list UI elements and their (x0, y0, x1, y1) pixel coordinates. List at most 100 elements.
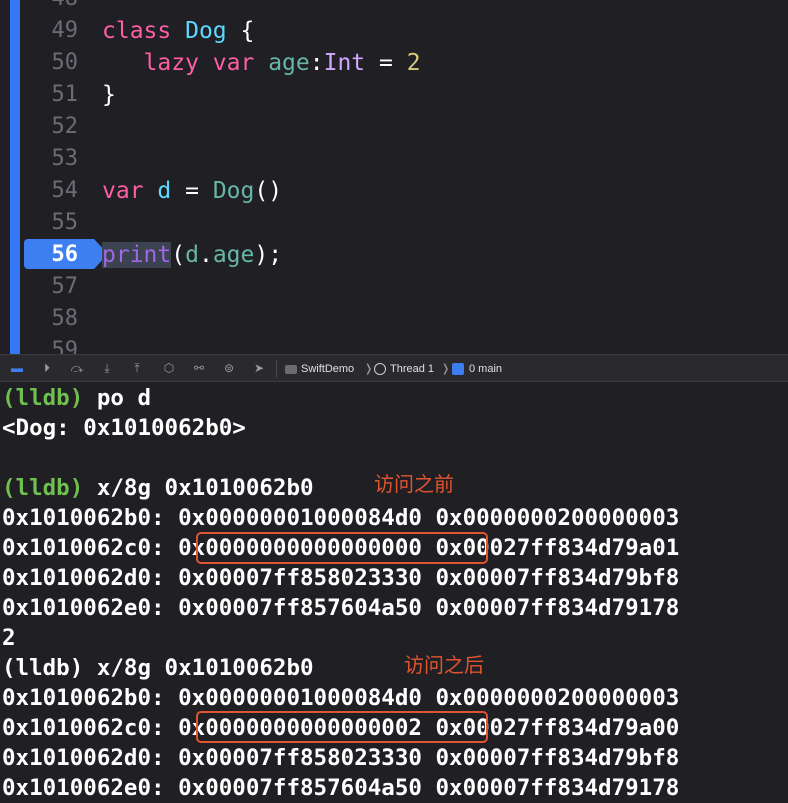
code-line: 54 var d = Dog() (0, 175, 788, 207)
code-editor[interactable]: 4849class Dog {50 lazy var age:Int = 251… (0, 0, 788, 354)
thread-icon (374, 363, 386, 376)
lldb-prompt: (lldb) (2, 475, 84, 501)
code-token: Dog (212, 178, 255, 204)
code-token: } (102, 82, 116, 108)
code-token: Dog (185, 18, 227, 44)
line-number[interactable]: 54 (32, 175, 79, 207)
code-token: { (226, 18, 255, 44)
code-text: lazy var age:Int = 2 (102, 47, 421, 79)
console-text: 0x1010062d0: 0x00007ff858023330 0x00007f… (2, 745, 680, 771)
code-line: 48 (0, 0, 788, 15)
simulate-location-icon[interactable]: ➤ (252, 361, 266, 375)
code-token: ( (171, 242, 186, 268)
code-token: var (102, 178, 144, 204)
memory-graph-icon[interactable]: ⚯ (192, 361, 206, 375)
annotation-after: 访问之后 (404, 653, 484, 677)
code-token: ); (254, 242, 283, 268)
code-token: 2 (406, 50, 421, 76)
console-line: (lldb) x/8g 0x1010062b0 (2, 473, 314, 503)
lldb-console[interactable]: (lldb) po d <Dog: 0x1010062b0> (lldb) x/8g… (0, 382, 788, 803)
code-token: lazy (143, 50, 199, 76)
code-token: print (102, 242, 172, 268)
code-line: 57 (0, 271, 788, 303)
line-number[interactable]: 48 (32, 0, 79, 15)
code-token: class (102, 18, 172, 44)
code-token: age (268, 50, 310, 76)
console-line: 0x1010062d0: 0x00007ff858023330 0x00007f… (2, 563, 679, 593)
line-number[interactable]: 59 (32, 335, 79, 354)
line-number[interactable]: 57 (32, 271, 79, 303)
console-line: 0x1010062d0: 0x00007ff858023330 0x00007f… (2, 743, 679, 773)
user-frame-icon (452, 363, 464, 376)
highlight-box-after (196, 711, 488, 743)
code-token: . (198, 242, 213, 268)
console-text: x/8g 0x1010062b0 (83, 475, 314, 501)
console-text: 0x1010062b0: 0x00000001000084d0 0x000000… (2, 685, 680, 711)
debug-bar: ▬ ⏵ ⤼ ⤓ ⤒ ⬡ ⚯ ⊜ ➤ SwiftDemo ❭ Thread 1 ❭… (0, 354, 788, 382)
continue-icon[interactable]: ⏵ (40, 361, 54, 375)
view-hierarchy-icon[interactable]: ⬡ (162, 361, 176, 375)
code-token: var (212, 50, 255, 76)
code-text: var d = Dog() (102, 175, 282, 207)
code-text: } (102, 79, 116, 111)
line-number[interactable]: 58 (32, 303, 79, 335)
code-token: d (185, 242, 199, 268)
code-token: () (254, 178, 283, 204)
step-over-icon[interactable]: ⤼ (70, 361, 84, 375)
line-number[interactable]: 53 (32, 143, 79, 175)
console-text: <Dog: 0x1010062b0> (2, 415, 246, 441)
code-line: 58 (0, 303, 788, 335)
chevron-right-icon: ❭ (364, 363, 374, 375)
code-line: 49 class Dog { (0, 15, 788, 47)
highlight-box-before (196, 532, 488, 564)
breadcrumb-project[interactable]: SwiftDemo (285, 361, 354, 377)
console-line: 0x1010062b0: 0x00000001000084d0 0x000000… (2, 503, 679, 533)
console-line: (lldb) x/8g 0x1010062b0 (2, 653, 314, 683)
code-token: d (157, 178, 172, 204)
step-into-icon[interactable]: ⤓ (100, 361, 114, 375)
line-number[interactable]: 52 (32, 111, 79, 143)
line-number[interactable]: 55 (32, 207, 79, 239)
code-line: 55 (0, 207, 788, 239)
console-line: 0x1010062e0: 0x00007ff857604a50 0x00007f… (2, 773, 679, 803)
console-text: 0x1010062e0: 0x00007ff857604a50 0x00007f… (2, 595, 680, 621)
console-text: (lldb) x/8g 0x1010062b0 (2, 655, 314, 681)
code-line: 56 print(d.age); (0, 239, 788, 271)
console-text: 0x1010062d0: 0x00007ff858023330 0x00007f… (2, 565, 680, 591)
console-text: 0x1010062e0: 0x00007ff857604a50 0x00007f… (2, 775, 680, 801)
line-number[interactable]: 49 (32, 15, 79, 47)
divider (276, 360, 277, 378)
console-text: po d (83, 385, 152, 411)
code-token: age (212, 242, 255, 268)
environment-overrides-icon[interactable]: ⊜ (222, 361, 236, 375)
console-line: 0x1010062e0: 0x00007ff857604a50 0x00007f… (2, 593, 679, 623)
code-line: 53 (0, 143, 788, 175)
breakpoints-toggle-icon[interactable]: ▬ (10, 361, 24, 375)
step-out-icon[interactable]: ⤒ (130, 361, 144, 375)
code-token: Int (323, 50, 366, 76)
console-line: 2 (2, 623, 16, 653)
line-number[interactable]: 51 (32, 79, 79, 111)
breadcrumb-frame[interactable]: 0 main (452, 361, 502, 377)
code-text: print(d.age); (102, 239, 282, 271)
chevron-right-icon: ❭ (441, 363, 451, 375)
code-line: 52 (0, 111, 788, 143)
lldb-prompt: (lldb) (2, 385, 84, 411)
code-line: 51} (0, 79, 788, 111)
console-line: (lldb) po d (2, 383, 151, 413)
console-text: 0x1010062b0: 0x00000001000084d0 0x000000… (2, 505, 680, 531)
code-token: = (171, 178, 213, 204)
code-text: class Dog { (102, 15, 254, 47)
annotation-before: 访问之前 (374, 472, 454, 496)
terminal-icon (285, 364, 297, 374)
console-line: 0x1010062b0: 0x00000001000084d0 0x000000… (2, 683, 679, 713)
line-number[interactable]: 56 (32, 239, 79, 271)
console-line: <Dog: 0x1010062b0> (2, 413, 246, 443)
code-token: : (309, 50, 324, 76)
breadcrumb-thread[interactable]: Thread 1 (374, 361, 434, 377)
line-number[interactable]: 50 (32, 47, 79, 79)
